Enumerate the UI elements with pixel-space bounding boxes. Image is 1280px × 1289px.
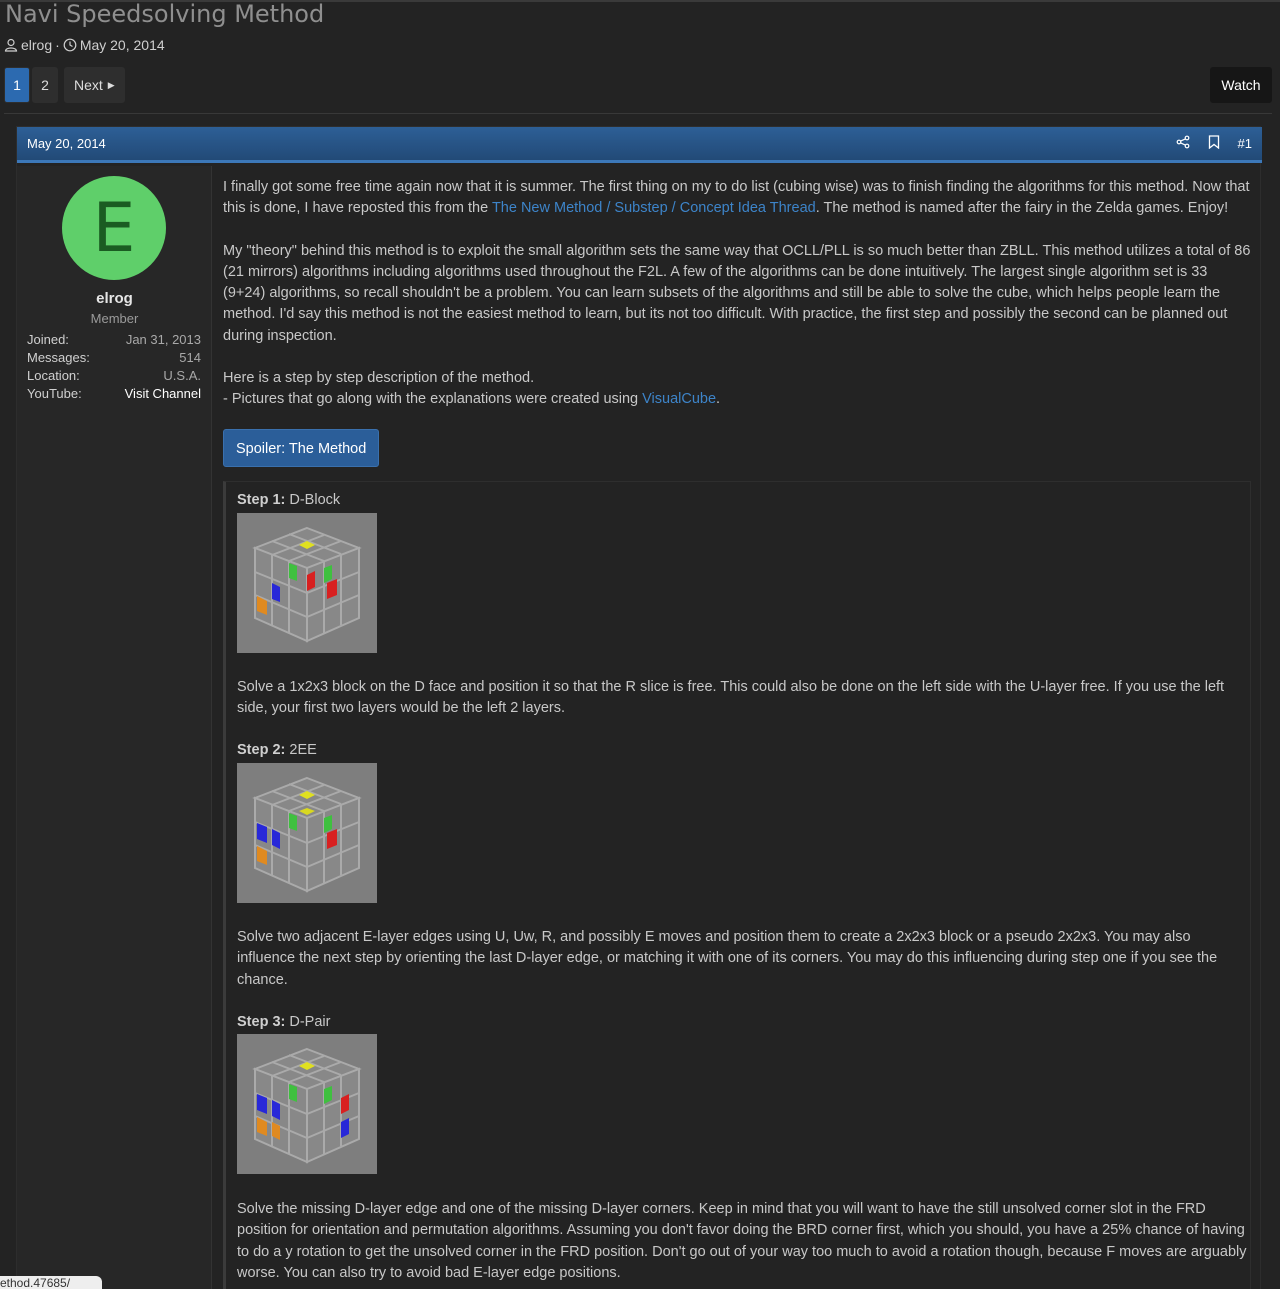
post-tools: #1 [1176, 135, 1252, 152]
cube-image-step-2 [237, 763, 377, 903]
thread-date[interactable]: May 20, 2014 [80, 37, 165, 53]
stat-youtube: YouTube: Visit Channel [27, 386, 201, 404]
clock-icon [63, 38, 77, 52]
thread-author[interactable]: elrog [21, 37, 52, 53]
meta-separator: · [55, 37, 60, 53]
avatar[interactable]: E [62, 176, 166, 280]
thread-title: Navi Speedsolving Method [5, 0, 325, 28]
pagination: 1 2 Next ▶ [4, 67, 125, 103]
user-role: Member [90, 311, 139, 326]
stat-messages: Messages: 514 [27, 350, 201, 365]
bookmark-icon[interactable] [1208, 135, 1220, 152]
caret-right-icon: ▶ [107, 79, 115, 90]
visualcube-link[interactable]: VisualCube [642, 391, 716, 407]
stat-location: Location: U.S.A. [27, 368, 201, 383]
step-1-description: Solve a 1x2x3 block on the D face and po… [237, 679, 1225, 717]
page-1-button[interactable]: 1 [4, 67, 30, 103]
paragraph-1: I finally got some free time again now t… [223, 179, 1250, 217]
spoiler-button[interactable]: Spoiler: The Method [223, 428, 380, 467]
cube-image-step-3 [237, 1034, 377, 1174]
page-2-button[interactable]: 2 [32, 67, 58, 103]
user-stats: Joined: Jan 31, 2013 Messages: 514 Locatio… [27, 332, 201, 404]
spoiler-content: Step 1: D-Block Solve a 1x2x3 block on t… [223, 481, 1251, 1289]
step-1-heading: Step 1: D-Block [237, 492, 341, 508]
watch-button[interactable]: Watch [1210, 67, 1272, 103]
paragraph-3: Here is a step by step description of th… [223, 370, 721, 408]
post-body: I finally got some free time again now t… [223, 177, 1253, 467]
cube-image-step-1 [237, 513, 377, 653]
next-label: Next [74, 77, 103, 93]
step-3-description: Solve the missing D-layer edge and one o… [237, 1201, 1247, 1281]
step-2-description: Solve two adjacent E-layer edges using U… [237, 929, 1218, 988]
divider [4, 113, 1272, 114]
status-url: ethod.47685/ [0, 1276, 102, 1289]
user-panel: E elrog Member Joined: Jan 31, 2013 Messa… [17, 166, 212, 1289]
user-icon [4, 38, 18, 52]
step-2-heading: Step 2: 2EE [237, 742, 317, 758]
next-page-button[interactable]: Next ▶ [64, 67, 125, 103]
username[interactable]: elrog [17, 290, 212, 307]
share-icon[interactable] [1176, 135, 1190, 152]
post-number[interactable]: #1 [1238, 136, 1252, 151]
post-date[interactable]: May 20, 2014 [27, 136, 1176, 151]
post: May 20, 2014 #1 E elrog Member Joined: Ja… [16, 126, 1262, 1289]
stat-joined: Joined: Jan 31, 2013 [27, 332, 201, 347]
new-method-thread-link[interactable]: The New Method / Substep / Concept Idea … [492, 200, 816, 216]
step-3-heading: Step 3: D-Pair [237, 1014, 331, 1030]
thread-meta: elrog · May 20, 2014 [4, 37, 165, 53]
visit-channel-link[interactable]: Visit Channel [125, 386, 201, 404]
post-header: May 20, 2014 #1 [17, 127, 1262, 163]
paragraph-2: My "theory" behind this method is to exp… [223, 242, 1251, 344]
